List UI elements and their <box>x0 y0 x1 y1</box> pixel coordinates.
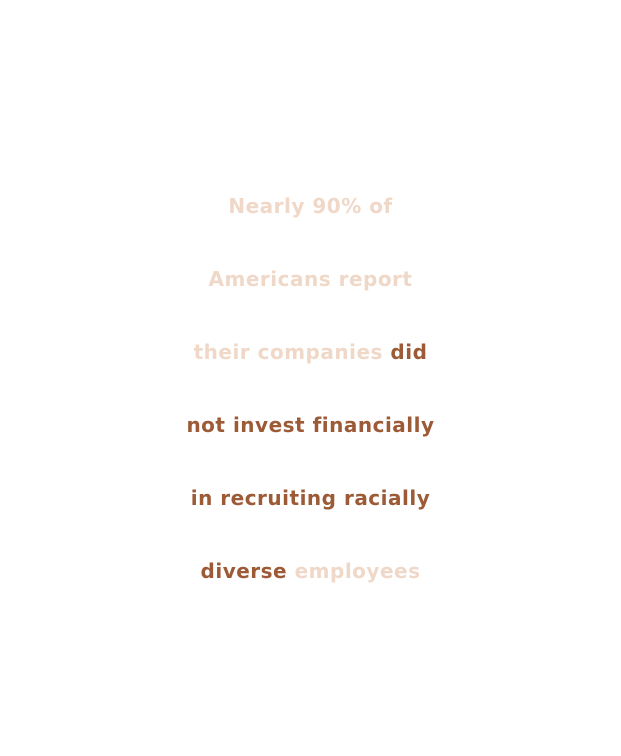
statement-line-6: diverse employees <box>0 535 621 608</box>
statement-line-4: not invest financially <box>0 389 621 462</box>
statement-highlight-text: in recruiting racially <box>190 486 431 510</box>
statement-muted-text: Americans report <box>208 267 413 291</box>
statement-muted-text: their companies <box>193 340 383 364</box>
statement-line-2: Americans report <box>0 243 621 316</box>
statement-line-5: in recruiting racially <box>0 462 621 535</box>
statement-highlight-text: not invest financially <box>186 413 435 437</box>
statement-highlight-text: did <box>390 340 428 364</box>
statistic-statement: Nearly 90% of Americans report their com… <box>0 170 621 608</box>
statement-highlight-text: diverse <box>200 559 288 583</box>
statement-muted-text: Nearly 90% of <box>228 194 393 218</box>
statement-line-3: their companies did <box>0 316 621 389</box>
statement-line-1: Nearly 90% of <box>0 170 621 243</box>
statement-muted-text: employees <box>294 559 421 583</box>
